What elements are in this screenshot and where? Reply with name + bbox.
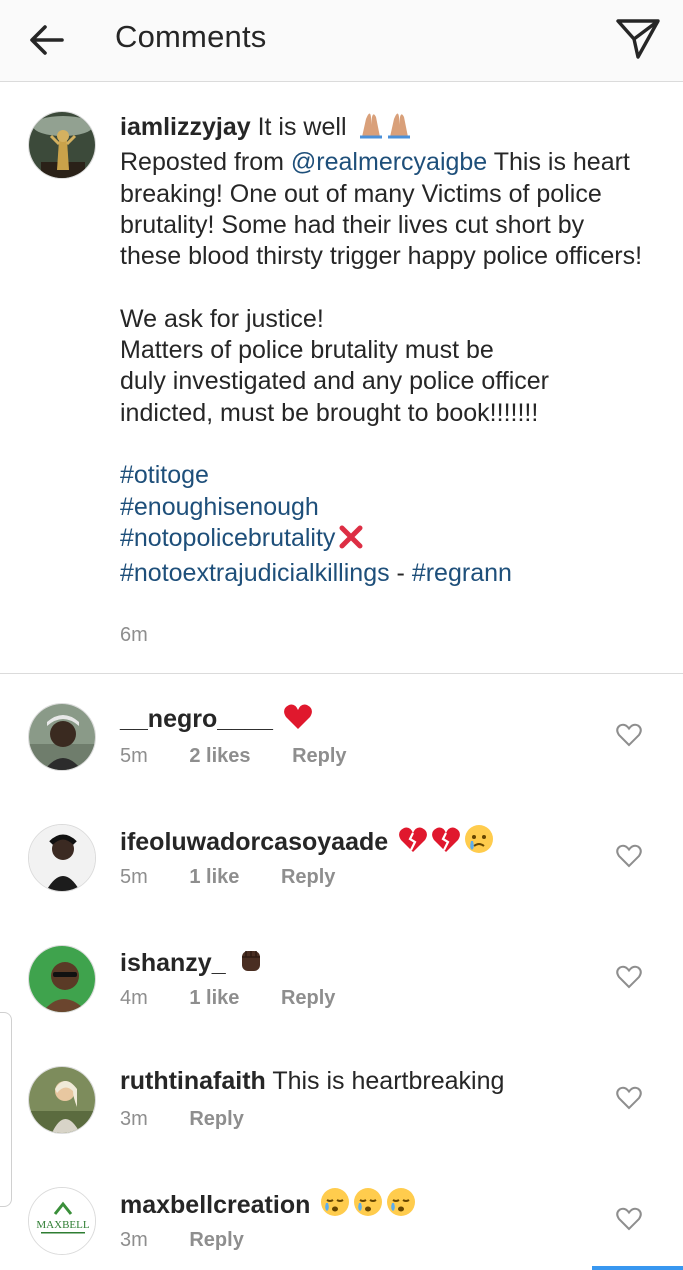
edge-panel-handle[interactable] [0,1012,12,1207]
post-username[interactable]: iamlizzyjay [120,113,251,141]
comment-item: MAXBELL maxbellcreation 3m Reply [0,1187,683,1270]
paper-plane-icon[interactable] [614,16,662,62]
caption-line: We ask for justice! [120,304,324,333]
hashtag-link[interactable]: #otitoge [120,461,209,489]
raised-fist-icon [236,945,266,982]
sleepy-face-icon [320,1187,350,1224]
comment-item: __negro____ 5m 2 likes Reply [0,703,683,824]
comment-meta: 5m 2 likes Reply [120,745,383,768]
caption-line: Matters of police brutality must be [120,336,494,365]
comment-username[interactable]: ruthtinafaith [120,1067,266,1095]
hashtag-link[interactable]: #notopolicebrutality [120,524,335,552]
comment-meta: 3m Reply [120,1108,280,1131]
reply-button[interactable]: Reply [189,1108,243,1131]
scroll-indicator [592,1266,683,1270]
reply-button[interactable]: Reply [189,1229,243,1252]
comment-text: __negro____ [120,703,313,738]
reposted-prefix: Reposted from [120,148,284,177]
caption-text: iamlizzyjay It is well Reposted from @re… [120,109,650,589]
comment-time: 5m [120,745,148,767]
comment-meta: 4m 1 like Reply [120,987,371,1010]
comment-username[interactable]: __negro____ [120,705,273,733]
post-caption: iamlizzyjay It is well Reposted from @re… [0,83,683,673]
avatar[interactable] [28,703,96,771]
hashtag-link[interactable]: #notoextrajudicialkillings [120,559,390,587]
comment-username[interactable]: ishanzy_ [120,949,226,977]
broken-heart-icon [431,826,461,861]
comment-item: ruthtinafaith This is heartbreaking 3m R… [0,1066,683,1187]
like-heart-icon[interactable] [616,965,642,989]
caption-line: indicted, must be brought to book!!!!!!! [120,398,539,427]
folded-hands-icon [356,109,414,147]
arrow-left-icon[interactable] [26,20,66,60]
comment-time: 3m [120,1108,148,1130]
comment-text: ruthtinafaith This is heartbreaking [120,1066,504,1096]
like-heart-icon[interactable] [616,723,642,747]
comment-item: ifeoluwadorcasoyaade 5m 1 like Reply [0,824,683,945]
like-heart-icon[interactable] [616,844,642,868]
tag-separator: - [396,559,405,588]
red-heart-icon [283,703,313,738]
avatar[interactable] [28,824,96,892]
comment-time: 3m [120,1229,148,1251]
avatar[interactable] [28,945,96,1013]
broken-heart-icon [398,826,428,861]
like-heart-icon[interactable] [616,1207,642,1231]
comment-time: 4m [120,987,148,1009]
comment-username[interactable]: ifeoluwadorcasoyaade [120,828,388,856]
maxbell-logo-text: MAXBELL [36,1219,89,1231]
post-time: 6m [120,624,148,646]
comment-time: 5m [120,866,148,888]
sleepy-face-icon [353,1187,383,1224]
caption-intro: It is well [257,113,347,141]
page-title: Comments [115,19,267,54]
cross-mark-icon [338,524,364,558]
reply-button[interactable]: Reply [292,745,346,768]
avatar[interactable] [28,111,96,179]
reply-button[interactable]: Reply [281,866,335,889]
sleepy-face-icon [386,1187,416,1224]
top-bar: Comments [0,0,683,82]
divider [0,673,683,674]
caption-line: duly investigated and any police officer [120,367,549,396]
reply-button[interactable]: Reply [281,987,335,1010]
comment-item: ishanzy_ 4m 1 like Reply [0,945,683,1066]
comment-text: maxbellcreation [120,1187,416,1224]
hashtag-link[interactable]: #regrann [412,559,512,587]
avatar[interactable]: MAXBELL [28,1187,96,1255]
comment-text: ishanzy_ [120,945,266,982]
comment-meta: 5m 1 like Reply [120,866,371,889]
comment-text: ifeoluwadorcasoyaade [120,824,494,861]
comment-meta: 3m Reply [120,1229,280,1252]
avatar[interactable] [28,1066,96,1134]
likes-count[interactable]: 1 like [189,866,239,889]
hashtag-link[interactable]: #enoughisenough [120,493,319,521]
comment-body: This is heartbreaking [272,1067,505,1095]
mention-link[interactable]: @realmercyaigbe [291,148,487,176]
comment-username[interactable]: maxbellcreation [120,1191,310,1219]
crying-face-icon [464,824,494,861]
likes-count[interactable]: 1 like [189,987,239,1010]
like-heart-icon[interactable] [616,1086,642,1110]
likes-count[interactable]: 2 likes [189,745,250,768]
